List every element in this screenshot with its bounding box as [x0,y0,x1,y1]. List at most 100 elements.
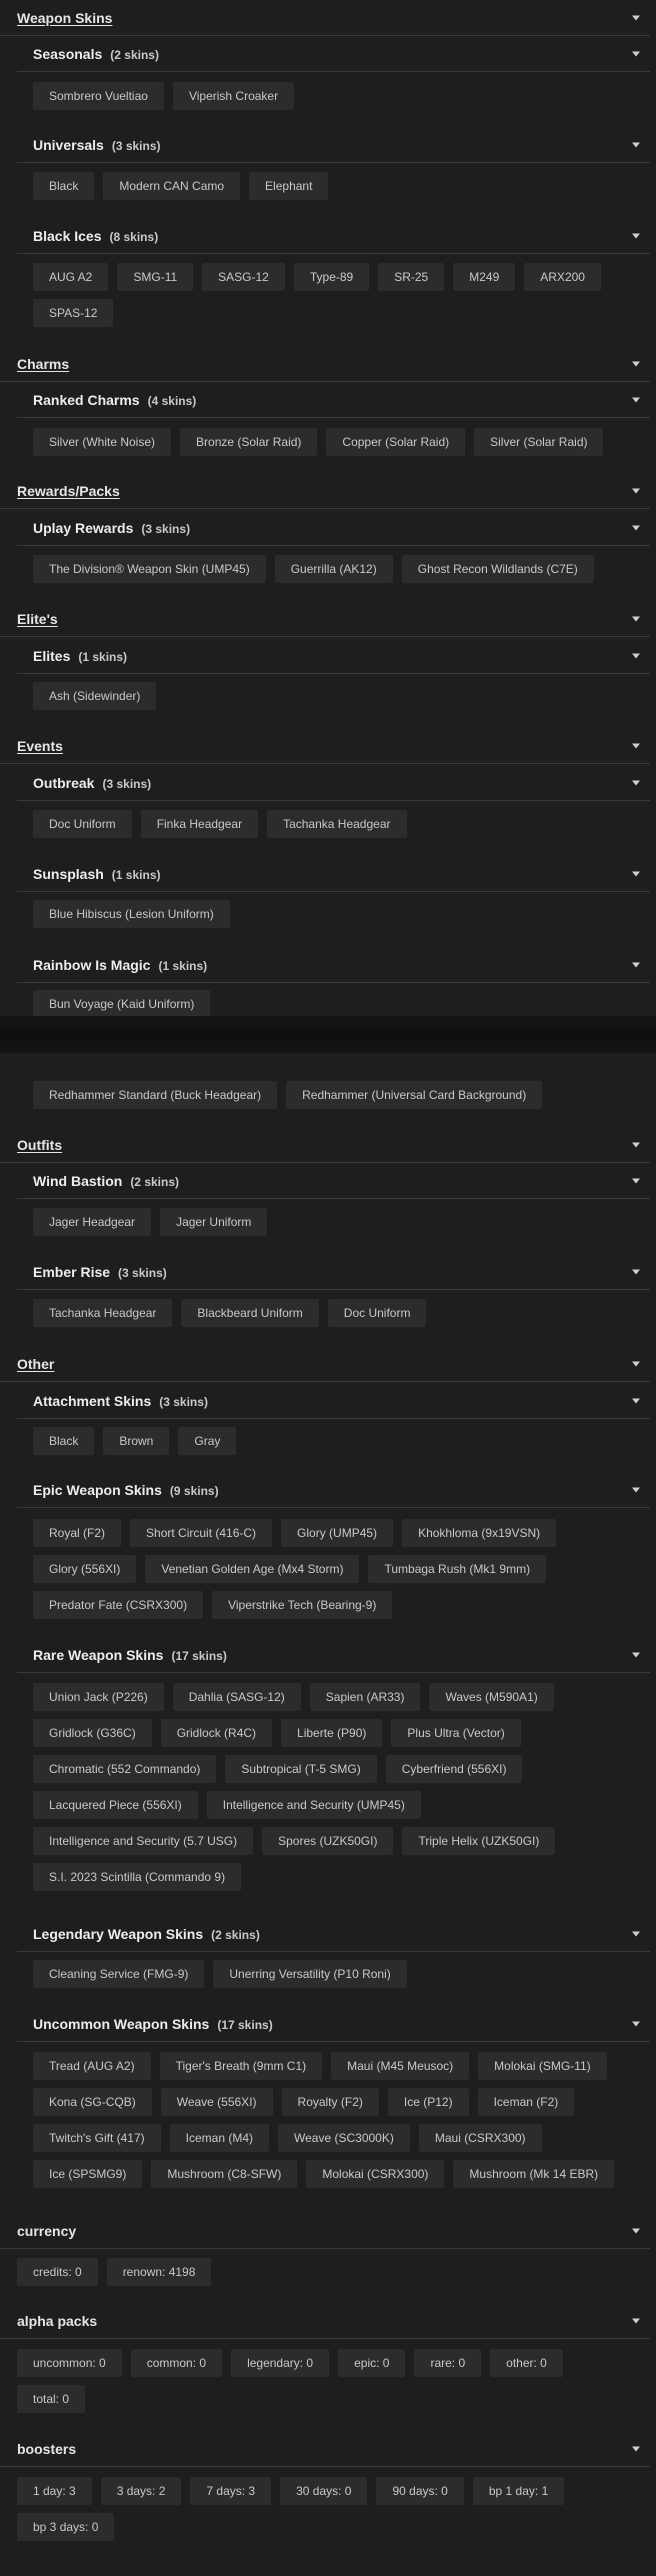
skin-chip: Guerrilla (AK12) [274,555,393,583]
skin-chip: 7 days: 3 [190,2477,272,2505]
group-rare-weapon-skins[interactable]: Rare Weapon Skins (17 skins) [0,1637,650,1673]
group-count: (2 skins) [110,48,159,62]
section-weapon-skins[interactable]: Weapon Skins [0,0,650,36]
skin-chip: Viperstrike Tech (Bearing-9) [212,1591,393,1619]
group-wind-bastion[interactable]: Wind Bastion (2 skins) [0,1163,650,1199]
section-title: Events [17,738,63,754]
skin-chip: M249 [453,263,516,291]
group-seasonals[interactable]: Seasonals (2 skins) [0,36,650,72]
group-sunsplash[interactable]: Sunsplash (1 skins) [0,856,650,892]
group-count: (3 skins) [159,1395,208,1409]
skin-chip: Blue Hibiscus (Lesion Uniform) [33,900,230,928]
group-ember-rise[interactable]: Ember Rise (3 skins) [0,1254,650,1290]
bottom-panel: Redhammer Standard (Buck Headgear) Redham… [0,1053,656,2576]
group-title: Uplay Rewards [33,520,134,536]
skin-chip: Union Jack (P226) [33,1683,164,1711]
chip-list: Silver (White Noise) Bronze (Solar Raid) C… [33,428,637,456]
top-panel: Weapon Skins Seasonals (2 skins) Sombrero… [0,0,656,1018]
section-title: Rewards/Packs [17,483,120,499]
skin-chip: Modern CAN Camo [103,172,241,200]
skin-chip: Ice (SPSMG9) [33,2160,143,2188]
group-count: (17 skins) [171,1649,227,1663]
section-alpha-packs[interactable]: alpha packs [0,2303,650,2339]
group-title: Ranked Charms [33,392,140,408]
section-charms[interactable]: Charms [0,346,650,382]
skin-chip: 1 day: 3 [17,2477,92,2505]
group-uncommon-weapon-skins[interactable]: Uncommon Weapon Skins (17 skins) [0,2006,650,2042]
group-title: Outbreak [33,775,95,791]
chip-list: uncommon: 0 common: 0 legendary: 0 epic: 0 r… [17,2349,637,2413]
group-title: Rainbow Is Magic [33,957,151,973]
section-currency[interactable]: currency [0,2213,650,2249]
skin-chip: Iceman (F2) [477,2088,575,2116]
skin-chip: Sombrero Vueltiao [33,82,164,110]
group-title: Uncommon Weapon Skins [33,2016,210,2032]
skin-chip: bp 1 day: 1 [472,2477,565,2505]
section-title: Weapon Skins [17,10,113,26]
chevron-down-icon [632,1652,640,1658]
chip-list: AUG A2 SMG-11 SASG-12 Type-89 SR-25 M249 ARX20… [33,263,637,327]
section-boosters[interactable]: boosters [0,2431,650,2467]
section-outfits[interactable]: Outfits [0,1127,650,1163]
group-rainbow-is-magic[interactable]: Rainbow Is Magic (1 skins) [0,947,650,983]
section-rewards-packs[interactable]: Rewards/Packs [0,473,650,509]
group-black-ices[interactable]: Black Ices (8 skins) [0,218,650,254]
skin-chip: The Division® Weapon Skin (UMP45) [33,555,266,583]
chevron-down-icon [632,2228,640,2234]
chevron-down-icon [632,2021,640,2027]
skin-chip: Cyberfriend (556XI) [385,1755,523,1783]
skin-chip: Triple Helix (UZK50GI) [402,1827,556,1855]
chevron-down-icon [632,1361,640,1367]
skin-chip: Maui (M45 Meusoc) [331,2052,470,2080]
chevron-down-icon [632,616,640,622]
skin-chip: Royalty (F2) [281,2088,379,2116]
group-count: (3 skins) [111,139,161,153]
group-uplay-rewards[interactable]: Uplay Rewards (3 skins) [0,510,650,546]
group-epic-weapon-skins[interactable]: Epic Weapon Skins (9 skins) [0,1472,650,1508]
group-title: Wind Bastion [33,1173,123,1189]
skin-chip: Brown [103,1427,170,1455]
group-outbreak[interactable]: Outbreak (3 skins) [0,765,650,801]
skin-chip: common: 0 [130,2349,223,2377]
skin-chip: Cleaning Service (FMG-9) [33,1960,205,1988]
group-count: (1 skins) [111,868,161,882]
section-events[interactable]: Events [0,728,650,764]
section-other[interactable]: Other [0,1346,650,1382]
skin-chip: rare: 0 [414,2349,482,2377]
group-title: Universals [33,137,104,153]
section-title: Charms [17,356,70,372]
skin-chip: ARX200 [524,263,601,291]
group-elites[interactable]: Elites (1 skins) [0,638,650,674]
group-attachment-skins[interactable]: Attachment Skins (3 skins) [0,1383,650,1419]
skin-chip: Weave (SC3000K) [278,2124,410,2152]
chip-list: Ash (Sidewinder) [33,682,637,710]
chip-list: Royal (F2) Short Circuit (416-C) Glory (UM… [33,1519,637,1619]
skin-chip: Tread (AUG A2) [33,2052,151,2080]
skin-chip: Viperish Croaker [172,82,295,110]
chip-list: Sombrero Vueltiao Viperish Croaker [33,82,637,110]
group-universals[interactable]: Universals (3 skins) [0,127,650,163]
skin-chip: Bronze (Solar Raid) [180,428,318,456]
skin-chip: Tiger's Breath (9mm C1) [159,2052,323,2080]
group-ranked-charms[interactable]: Ranked Charms (4 skins) [0,382,650,418]
chevron-down-icon [632,1398,640,1404]
skin-chip: Molokai (CSRX300) [306,2160,445,2188]
group-legendary-weapon-skins[interactable]: Legendary Weapon Skins (2 skins) [0,1916,650,1952]
skin-chip: Copper (Solar Raid) [326,428,466,456]
skin-chip: Molokai (SMG-11) [478,2052,607,2080]
section-elites[interactable]: Elite's [0,601,650,637]
skin-chip: Intelligence and Security (UMP45) [206,1791,421,1819]
skin-chip: Ghost Recon Wildlands (C7E) [401,555,594,583]
skin-chip: Subtropical (T-5 SMG) [225,1755,377,1783]
chevron-down-icon [632,1142,640,1148]
skin-chip: epic: 0 [338,2349,406,2377]
skin-chip: Gray [178,1427,237,1455]
chip-list: 1 day: 3 3 days: 2 7 days: 3 30 days: 0 90 d… [17,2477,637,2541]
chevron-down-icon [632,1178,640,1184]
skin-chip: Black [33,172,95,200]
group-count: (2 skins) [130,1175,179,1189]
chevron-down-icon [632,525,640,531]
skin-chip: Jager Headgear [33,1208,152,1236]
skin-chip: Bun Voyage (Kaid Uniform) [33,990,211,1018]
section-title: Other [17,1356,55,1372]
